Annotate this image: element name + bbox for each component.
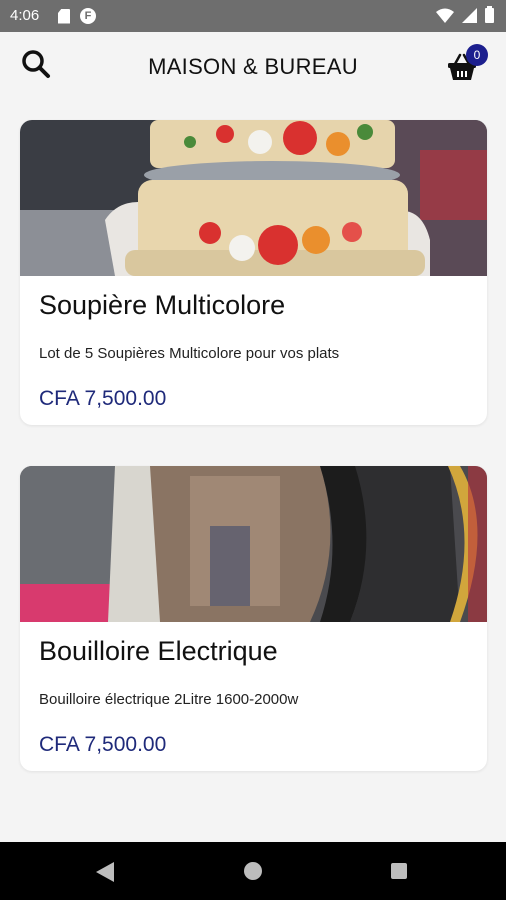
- app-header: MAISON & BUREAU 0: [0, 32, 506, 100]
- product-price: CFA 7,500.00: [39, 387, 167, 410]
- status-time: 4:06: [10, 7, 40, 24]
- back-icon[interactable]: [96, 862, 114, 882]
- product-title: Soupière Multicolore: [39, 290, 286, 320]
- product-price: CFA 7,500.00: [39, 733, 167, 756]
- cart-count-badge: 0: [466, 44, 488, 66]
- product-image-bouilloire[interactable]: [20, 466, 487, 622]
- product-card[interactable]: Soupière Multicolore Lot de 5 Soupières …: [20, 120, 487, 425]
- app-notification-icon: F: [80, 8, 96, 24]
- status-right-icons: [436, 6, 494, 23]
- sd-card-icon: [58, 8, 70, 24]
- product-card[interactable]: Bouilloire Electrique Bouilloire électri…: [20, 466, 487, 771]
- status-left-icons: F: [58, 8, 96, 24]
- wifi-icon: [436, 8, 454, 23]
- home-icon[interactable]: [244, 862, 262, 880]
- product-description: Lot de 5 Soupières Multicolore pour vos …: [39, 345, 340, 362]
- page-title: MAISON & BUREAU: [148, 54, 358, 79]
- battery-icon: [485, 6, 494, 23]
- status-bar: 4:06 F: [0, 0, 506, 32]
- recents-icon[interactable]: [391, 863, 407, 879]
- product-description: Bouilloire électrique 2Litre 1600-2000w: [39, 691, 299, 708]
- product-image-soupiere[interactable]: [20, 120, 487, 276]
- signal-icon: [462, 8, 477, 23]
- navigation-bar: [0, 842, 506, 900]
- product-title: Bouilloire Electrique: [39, 636, 278, 666]
